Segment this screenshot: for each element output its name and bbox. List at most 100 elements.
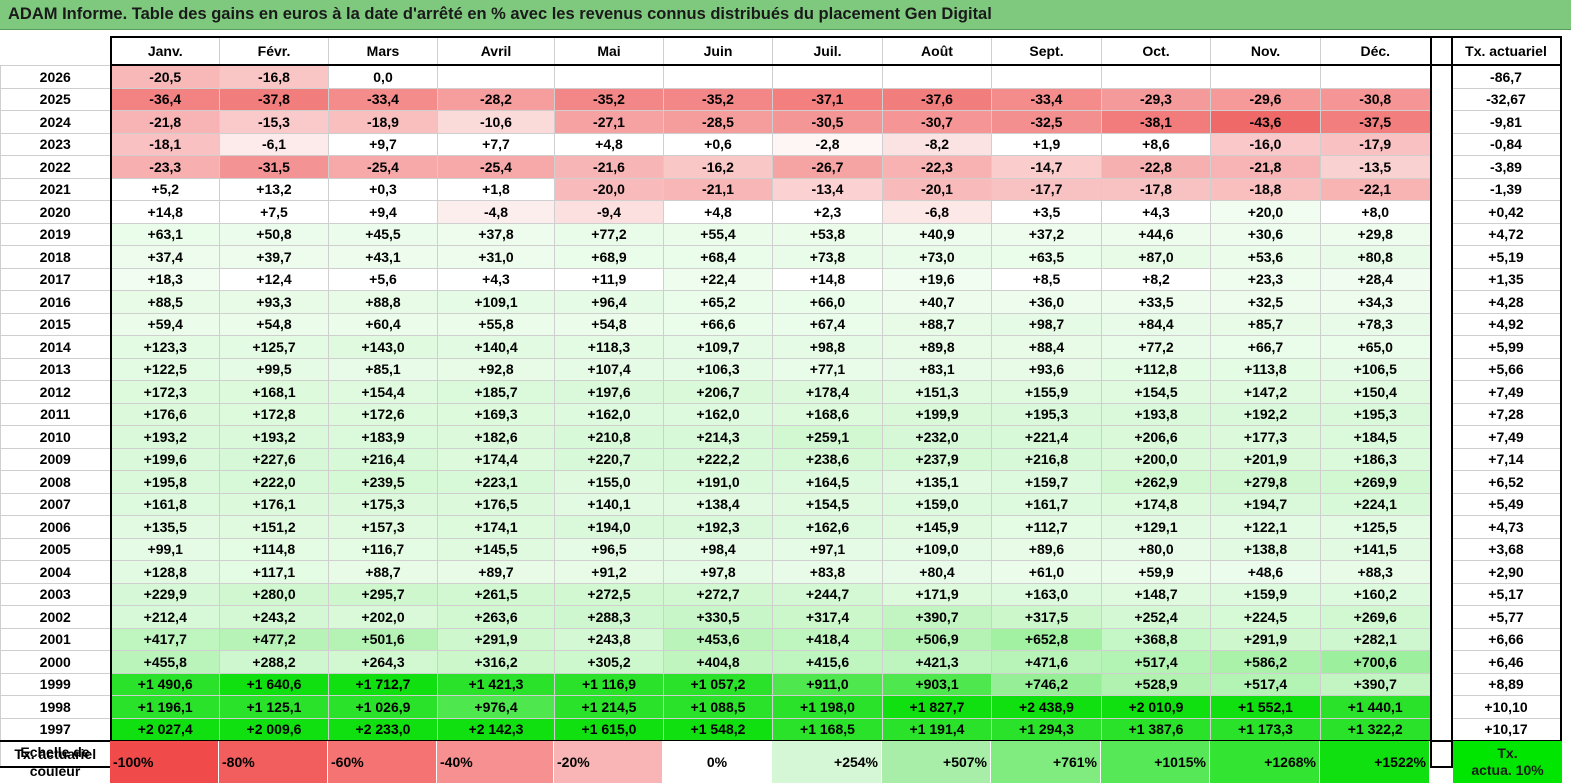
year-label: 2012 bbox=[0, 380, 111, 404]
gain-cell: +222,2 bbox=[663, 447, 773, 471]
legend-swatch: +1522% bbox=[1320, 741, 1430, 783]
table-row: 2021 +5,2 +13,2 +0,3 +1,8 -20,0 -21,1 -13,4 -20,… bbox=[0, 177, 1562, 201]
gain-cell: +66,6 bbox=[663, 312, 773, 336]
gain-cell: -37,1 bbox=[772, 87, 883, 111]
year-label: 2014 bbox=[0, 335, 111, 359]
header-corner bbox=[1, 37, 111, 65]
gain-cell: +109,1 bbox=[437, 290, 555, 314]
column-gap bbox=[1430, 133, 1452, 156]
gain-cell: -32,5 bbox=[991, 110, 1102, 134]
gain-cell: +109,7 bbox=[663, 335, 773, 359]
gain-cell: +4,3 bbox=[1101, 200, 1211, 224]
gain-cell: +162,0 bbox=[663, 402, 773, 426]
gain-cell: -16,2 bbox=[663, 155, 773, 179]
year-label: 2002 bbox=[0, 605, 111, 629]
year-label: 2009 bbox=[0, 447, 111, 471]
gain-cell: +161,7 bbox=[991, 492, 1102, 516]
gain-cell: +4,3 bbox=[437, 267, 555, 291]
gain-cell: +1 490,6 bbox=[109, 672, 220, 696]
gain-cell: +116,7 bbox=[328, 537, 438, 561]
year-label: 2005 bbox=[0, 537, 111, 561]
gain-cell: +227,6 bbox=[219, 447, 329, 471]
actuarial-rate-cell: +1,35 bbox=[1450, 267, 1562, 291]
column-gap bbox=[1430, 515, 1452, 538]
gain-cell: +109,0 bbox=[882, 537, 992, 561]
gain-cell: +161,8 bbox=[109, 492, 220, 516]
table-row: 2025 -36,4 -37,8 -33,4 -28,2 -35,2 -35,2 -37,1-… bbox=[0, 87, 1562, 111]
actuarial-rate-cell: +6,46 bbox=[1450, 650, 1562, 674]
column-gap bbox=[1430, 718, 1452, 741]
gain-cell: +1 196,1 bbox=[109, 695, 220, 719]
gain-cell: +32,5 bbox=[1210, 290, 1321, 314]
gain-cell: +2 010,9 bbox=[1101, 695, 1211, 719]
gain-cell: +54,8 bbox=[554, 312, 664, 336]
legend-swatch: -20% bbox=[554, 741, 663, 783]
gain-cell: +67,4 bbox=[772, 312, 883, 336]
gain-cell: +171,9 bbox=[882, 582, 992, 606]
actuarial-rate-cell: +10,10 bbox=[1450, 695, 1562, 719]
gain-cell: +37,8 bbox=[437, 222, 555, 246]
table-row: 2017 +18,3 +12,4 +5,6 +4,3 +11,9 +22,4 +14,8 +19… bbox=[0, 267, 1562, 291]
gain-cell: +262,9 bbox=[1101, 470, 1211, 494]
gain-cell: +1,9 bbox=[991, 132, 1102, 156]
year-label: 2007 bbox=[0, 492, 111, 516]
table-row: 2026 -20,5 -16,8 0,0 -86,7 bbox=[0, 64, 1562, 89]
year-label: 2016 bbox=[0, 290, 111, 314]
table-row: 2000 +455,8 +288,2 +264,3 +316,2 +305,2 +404,8… bbox=[0, 650, 1562, 674]
gain-cell: -27,1 bbox=[554, 110, 664, 134]
gain-cell: +164,5 bbox=[772, 470, 883, 494]
column-gap bbox=[1430, 110, 1452, 133]
gain-cell: +162,6 bbox=[772, 515, 883, 539]
gain-cell: -25,4 bbox=[328, 155, 438, 179]
gain-cell: +421,3 bbox=[882, 650, 992, 674]
table-row: 2014 +123,3 +125,7 +143,0 +140,4 +118,3 +109,7… bbox=[0, 335, 1562, 359]
table-row: 2008 +195,8 +222,0 +239,5 +223,1 +155,0 +191,0… bbox=[0, 470, 1562, 494]
year-label: 2006 bbox=[0, 515, 111, 539]
legend-label: Echelle de couleur bbox=[0, 741, 110, 783]
gain-cell: +112,8 bbox=[1101, 357, 1211, 381]
table-row: 2007 +161,8 +176,1 +175,3 +176,5 +140,1 +138,4… bbox=[0, 492, 1562, 516]
legend-label-line2: couleur bbox=[29, 763, 81, 779]
gain-cell: +63,5 bbox=[991, 245, 1102, 269]
gain-cell: +192,3 bbox=[663, 515, 773, 539]
gain-cell: -18,9 bbox=[328, 110, 438, 134]
gain-cell: +194,7 bbox=[1210, 492, 1321, 516]
gain-cell: -43,6 bbox=[1210, 110, 1321, 134]
year-label: 2003 bbox=[0, 582, 111, 606]
gain-cell: +3,5 bbox=[991, 200, 1102, 224]
gain-cell: +88,4 bbox=[991, 335, 1102, 359]
month-header: Juin bbox=[663, 36, 773, 66]
gain-cell: +0,3 bbox=[328, 177, 438, 201]
gain-cell: +528,9 bbox=[1101, 672, 1211, 696]
gain-cell: +288,3 bbox=[554, 605, 664, 629]
gain-cell: +586,2 bbox=[1210, 650, 1321, 674]
column-gap bbox=[1430, 538, 1452, 561]
gain-cell: +14,8 bbox=[109, 200, 220, 224]
gain-cell: +221,4 bbox=[991, 425, 1102, 449]
column-gap bbox=[1430, 560, 1452, 583]
gain-cell: +39,7 bbox=[219, 245, 329, 269]
gain-cell: +911,0 bbox=[772, 672, 883, 696]
gain-cell: +85,7 bbox=[1210, 312, 1321, 336]
gain-cell: +390,7 bbox=[1320, 672, 1432, 696]
gain-cell: +176,5 bbox=[437, 492, 555, 516]
gain-cell: -37,6 bbox=[882, 87, 992, 111]
gain-cell: -13,4 bbox=[772, 177, 883, 201]
actuarial-header: Tx. actuariel bbox=[1450, 36, 1562, 66]
gain-cell: +97,8 bbox=[663, 560, 773, 584]
gain-cell: +199,6 bbox=[109, 447, 220, 471]
gain-cell: +1 322,2 bbox=[1320, 717, 1432, 742]
gain-cell: +89,7 bbox=[437, 560, 555, 584]
year-label: 2024 bbox=[0, 110, 111, 134]
gain-cell: +506,9 bbox=[882, 627, 992, 651]
gain-cell: +282,1 bbox=[1320, 627, 1432, 651]
gain-cell: +2 142,3 bbox=[437, 717, 555, 742]
gain-cell: -21,8 bbox=[1210, 155, 1321, 179]
year-label: 2019 bbox=[0, 222, 111, 246]
gain-cell: +193,2 bbox=[219, 425, 329, 449]
gain-cell: -6,8 bbox=[882, 200, 992, 224]
gain-cell: +168,6 bbox=[772, 402, 883, 426]
gain-cell: +48,6 bbox=[1210, 560, 1321, 584]
gain-cell: -20,0 bbox=[554, 177, 664, 201]
gain-cell: +477,2 bbox=[219, 627, 329, 651]
